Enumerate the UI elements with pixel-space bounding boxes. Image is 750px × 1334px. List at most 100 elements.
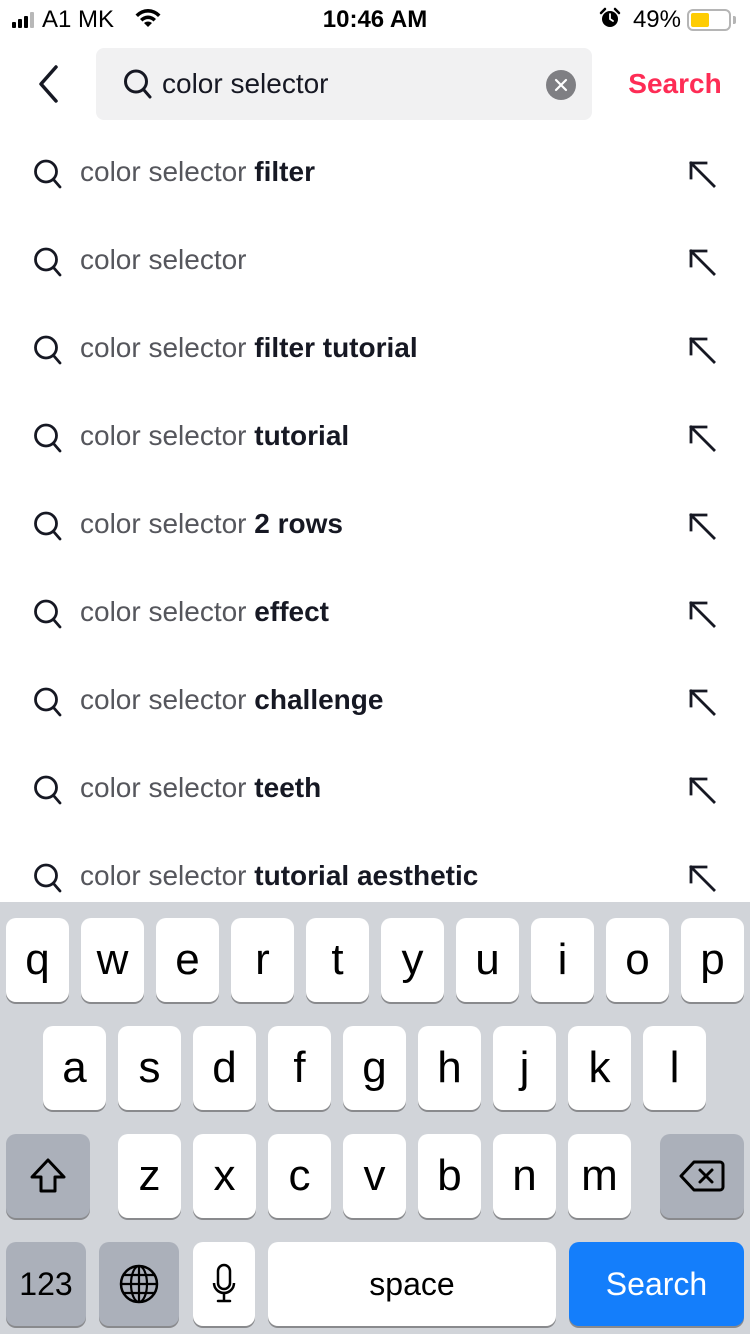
shift-key[interactable] xyxy=(6,1134,90,1218)
key-n[interactable]: n xyxy=(493,1134,556,1218)
fill-query-arrow-icon[interactable] xyxy=(684,772,720,808)
key-q[interactable]: q xyxy=(6,918,69,1002)
globe-key[interactable] xyxy=(99,1242,179,1326)
key-e[interactable]: e xyxy=(156,918,219,1002)
battery-level xyxy=(691,13,709,27)
carrier-label: A1 MK xyxy=(42,6,115,33)
suggestion-completion: filter tutorial xyxy=(254,332,418,363)
space-key[interactable]: space xyxy=(268,1242,556,1326)
numbers-key[interactable]: 123 xyxy=(6,1242,86,1326)
suggestion-text: color selector tutorial xyxy=(80,420,349,452)
microphone-key[interactable] xyxy=(193,1242,255,1326)
search-icon xyxy=(32,158,64,190)
suggestion-completion: tutorial xyxy=(254,420,350,451)
key-y[interactable]: y xyxy=(381,918,444,1002)
fill-query-arrow-icon[interactable] xyxy=(684,596,720,632)
suggestion-query: color selector xyxy=(80,156,247,187)
search-icon xyxy=(32,422,64,454)
key-w[interactable]: w xyxy=(81,918,144,1002)
keyboard: 123 space Search qwertyuiop asdfghjkl zxcv… xyxy=(0,902,750,1334)
search-icon xyxy=(32,862,64,894)
globe-icon xyxy=(119,1264,159,1304)
keyboard-search-key[interactable]: Search xyxy=(569,1242,744,1326)
suggestion-query: color selector xyxy=(80,684,247,715)
key-t[interactable]: t xyxy=(306,918,369,1002)
search-icon xyxy=(32,774,64,806)
back-button[interactable] xyxy=(28,62,68,106)
key-h[interactable]: h xyxy=(418,1026,481,1110)
key-p[interactable]: p xyxy=(681,918,744,1002)
search-icon xyxy=(122,68,154,100)
key-z[interactable]: z xyxy=(118,1134,181,1218)
key-f[interactable]: f xyxy=(268,1026,331,1110)
delete-key[interactable] xyxy=(660,1134,744,1218)
chevron-left-icon xyxy=(39,65,58,103)
key-r[interactable]: r xyxy=(231,918,294,1002)
clear-icon xyxy=(554,78,568,92)
suggestion-text: color selector challenge xyxy=(80,684,383,716)
fill-query-arrow-icon[interactable] xyxy=(684,508,720,544)
fill-query-arrow-icon[interactable] xyxy=(684,332,720,368)
key-g[interactable]: g xyxy=(343,1026,406,1110)
suggestion-query: color selector xyxy=(80,508,247,539)
suggestion-completion: 2 rows xyxy=(254,508,343,539)
key-j[interactable]: j xyxy=(493,1026,556,1110)
signal-icon xyxy=(12,12,34,28)
key-s[interactable]: s xyxy=(118,1026,181,1110)
key-k[interactable]: k xyxy=(568,1026,631,1110)
suggestion-item[interactable]: color selector teeth xyxy=(0,746,750,834)
suggestion-item[interactable]: color selector filter tutorial xyxy=(0,306,750,394)
suggestion-query: color selector xyxy=(80,596,247,627)
suggestion-item[interactable]: color selector filter xyxy=(0,130,750,218)
search-box[interactable] xyxy=(96,48,592,120)
suggestion-item[interactable]: color selector challenge xyxy=(0,658,750,746)
suggestion-completion: effect xyxy=(254,596,329,627)
suggestion-text: color selector 2 rows xyxy=(80,508,343,540)
battery-nub xyxy=(733,16,736,24)
fill-query-arrow-icon[interactable] xyxy=(684,684,720,720)
suggestion-list: color selector filter color selector color… xyxy=(0,130,750,922)
suggestion-item[interactable]: color selector tutorial xyxy=(0,394,750,482)
shift-icon xyxy=(30,1158,66,1193)
suggestion-text: color selector tutorial aesthetic xyxy=(80,860,478,892)
fill-query-arrow-icon[interactable] xyxy=(684,860,720,896)
search-input[interactable] xyxy=(162,64,532,104)
key-l[interactable]: l xyxy=(643,1026,706,1110)
key-m[interactable]: m xyxy=(568,1134,631,1218)
search-icon xyxy=(32,246,64,278)
suggestion-text: color selector filter xyxy=(80,156,315,188)
fill-query-arrow-icon[interactable] xyxy=(684,244,720,280)
suggestion-item[interactable]: color selector xyxy=(0,218,750,306)
key-x[interactable]: x xyxy=(193,1134,256,1218)
key-a[interactable]: a xyxy=(43,1026,106,1110)
key-o[interactable]: o xyxy=(606,918,669,1002)
alarm-icon xyxy=(599,7,621,34)
suggestion-completion: tutorial aesthetic xyxy=(254,860,479,891)
search-icon xyxy=(32,510,64,542)
suggestion-item[interactable]: color selector 2 rows xyxy=(0,482,750,570)
suggestion-completion: teeth xyxy=(254,772,322,803)
key-i[interactable]: i xyxy=(531,918,594,1002)
suggestion-item[interactable]: color selector effect xyxy=(0,570,750,658)
backspace-icon xyxy=(679,1160,725,1192)
search-header: Search xyxy=(0,48,750,120)
fill-query-arrow-icon[interactable] xyxy=(684,156,720,192)
battery-icon xyxy=(687,9,731,31)
suggestion-query: color selector xyxy=(80,244,247,275)
search-submit-button[interactable]: Search xyxy=(610,68,740,100)
key-d[interactable]: d xyxy=(193,1026,256,1110)
clear-search-button[interactable] xyxy=(546,70,576,100)
suggestion-query: color selector xyxy=(80,860,247,891)
key-b[interactable]: b xyxy=(418,1134,481,1218)
search-icon xyxy=(32,334,64,366)
suggestion-text: color selector effect xyxy=(80,596,329,628)
status-bar: A1 MK 10:46 AM 49% xyxy=(0,0,750,40)
suggestion-query: color selector xyxy=(80,332,247,363)
key-c[interactable]: c xyxy=(268,1134,331,1218)
battery-percent: 49% xyxy=(632,6,681,33)
wifi-icon xyxy=(134,7,162,34)
fill-query-arrow-icon[interactable] xyxy=(684,420,720,456)
key-v[interactable]: v xyxy=(343,1134,406,1218)
suggestion-text: color selector teeth xyxy=(80,772,321,804)
key-u[interactable]: u xyxy=(456,918,519,1002)
